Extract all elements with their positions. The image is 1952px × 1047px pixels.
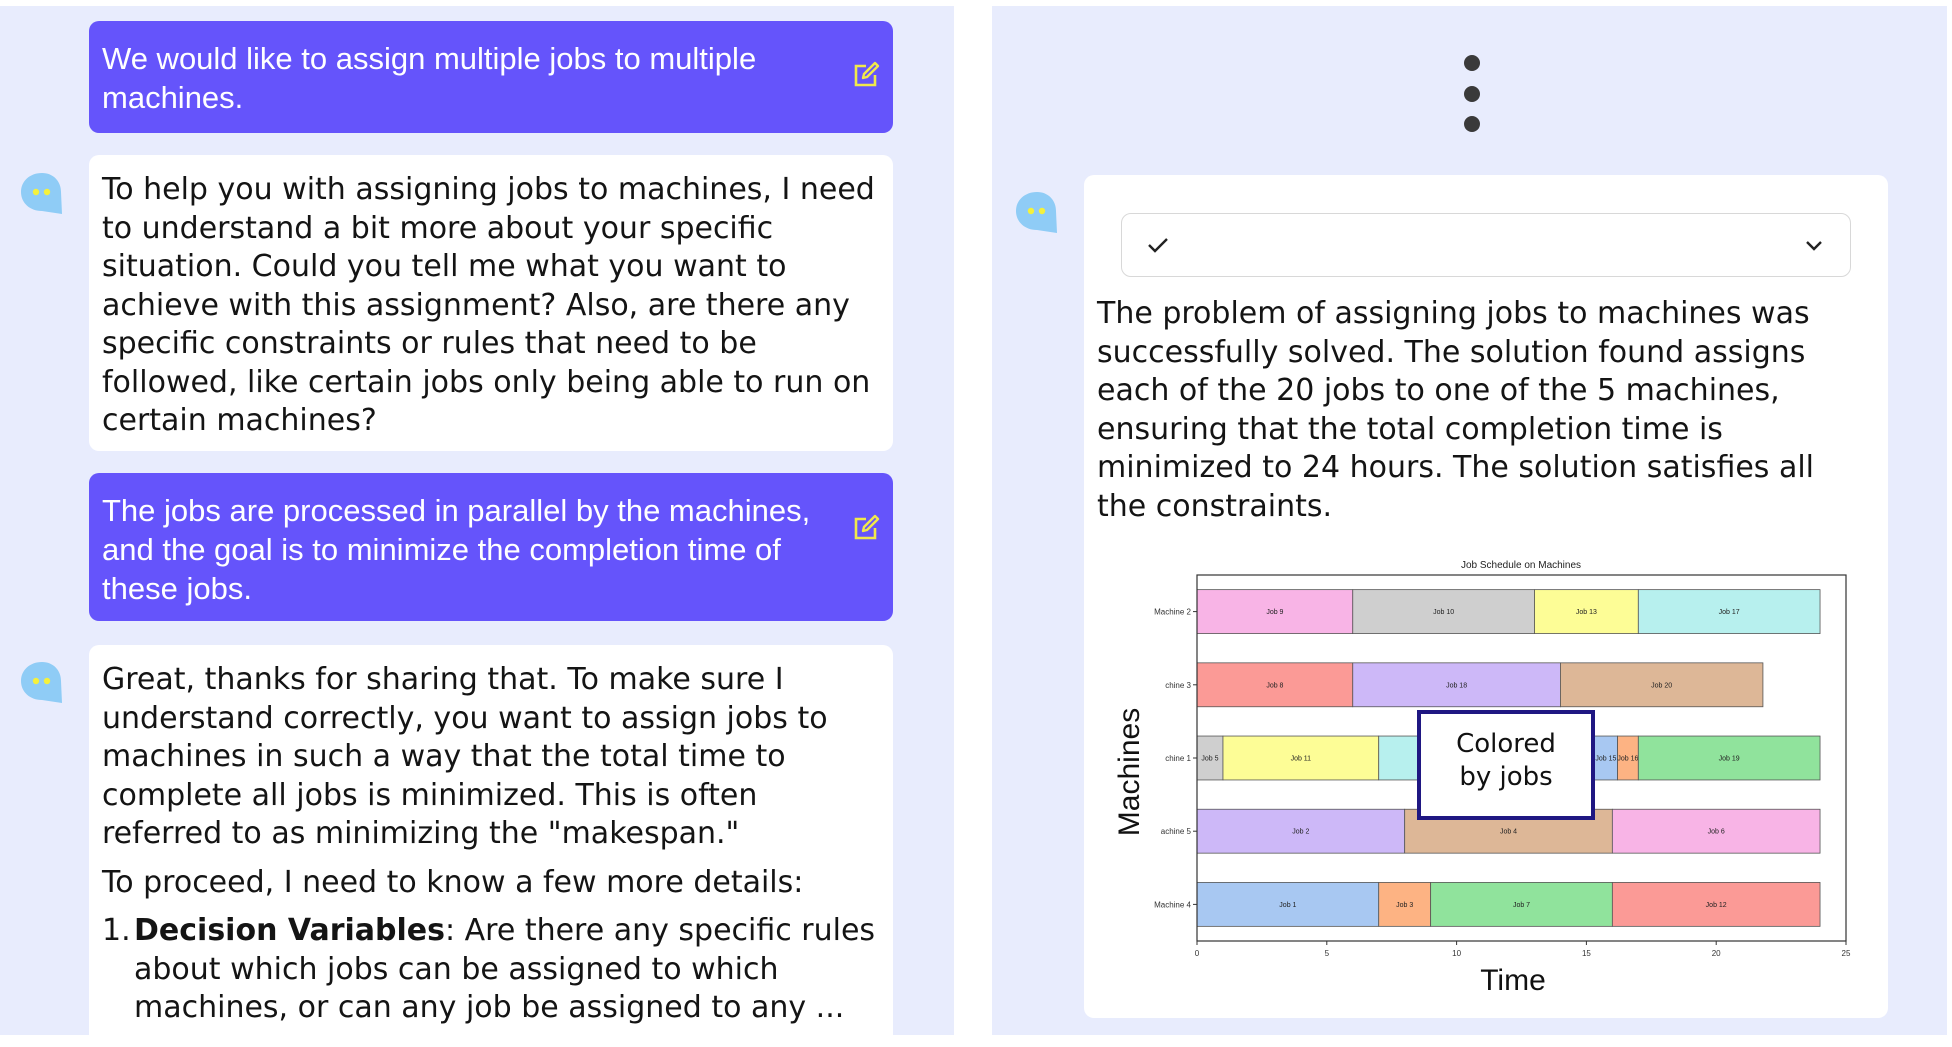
list-item-content: Decision Variables: Are there any specif… xyxy=(134,912,881,1028)
gantt-bar-label: Job 13 xyxy=(1576,609,1597,616)
job-schedule-chart: Job Schedule on Machines Job 9 Job 10 Job … xyxy=(1113,560,1851,997)
list-item: 1. Decision Variables: Are there any spe… xyxy=(102,912,881,1028)
gantt-bar: Job 7 xyxy=(1430,882,1613,927)
x-tick-label: 20 xyxy=(1712,949,1721,958)
y-tick-label: achine 5 xyxy=(1161,827,1192,836)
bot-message-paragraph: To proceed, I need to know a few more de… xyxy=(102,864,804,900)
gantt-bar: Job 1 xyxy=(1196,882,1380,927)
bot-message-text: To help you with assigning jobs to machi… xyxy=(102,172,875,438)
gantt-bar-label: Job 20 xyxy=(1651,682,1672,689)
gantt-bar: Job 18 xyxy=(1352,662,1561,708)
gantt-bar-label: Job 6 xyxy=(1708,829,1725,836)
x-tick-label: 0 xyxy=(1195,949,1200,958)
chart-title: Job Schedule on Machines xyxy=(1461,560,1581,571)
gantt-bar: Job 12 xyxy=(1611,882,1821,927)
gantt-bar: Job 3 xyxy=(1378,882,1432,927)
gantt-bar-label: Job 17 xyxy=(1719,609,1740,616)
gantt-bar-label: Job 18 xyxy=(1446,682,1467,689)
gantt-bar: Job 6 xyxy=(1611,808,1821,854)
check-icon xyxy=(1148,238,1168,253)
gantt-bar: Job 2 xyxy=(1196,808,1406,854)
y-tick-label: Machine 4 xyxy=(1154,900,1191,909)
gantt-bar: Job 8 xyxy=(1196,662,1354,708)
gantt-bar: Job 20 xyxy=(1560,662,1764,708)
gantt-bar: Job 16 xyxy=(1617,735,1639,781)
chevron-down-icon[interactable] xyxy=(1805,240,1823,252)
list-item-term: Decision Variables xyxy=(134,913,445,948)
gantt-bar-label: Job 1 xyxy=(1279,902,1296,909)
gantt-bar-label: Job 9 xyxy=(1266,609,1283,616)
bot-message: Great, thanks for sharing that. To make … xyxy=(89,645,893,1035)
x-axis-label: Time xyxy=(1480,964,1546,997)
y-axis-label: Machines xyxy=(1113,708,1146,836)
user-message[interactable]: We would like to assign multiple jobs to… xyxy=(89,21,893,133)
gantt-bar: Job 5 xyxy=(1196,735,1224,781)
user-message-text: We would like to assign multiple jobs to… xyxy=(102,41,757,115)
list-number: 1. xyxy=(102,913,131,948)
gantt-bar-label: Job 5 xyxy=(1201,756,1218,763)
annotation-text: Colored by jobs xyxy=(1456,729,1556,792)
gantt-bar: Job 11 xyxy=(1222,735,1380,781)
y-tick-label: chine 3 xyxy=(1165,681,1191,690)
gantt-bar-label: Job 3 xyxy=(1396,902,1413,909)
gantt-bar: Job 19 xyxy=(1637,735,1821,781)
bot-message-text: The problem of assigning jobs to machine… xyxy=(1097,296,1815,524)
gantt-bar-label: Job 11 xyxy=(1291,756,1312,763)
bot-avatar-icon xyxy=(1016,192,1057,233)
gantt-bar: Job 9 xyxy=(1196,589,1354,634)
x-tick-label: 10 xyxy=(1452,949,1461,958)
bot-message-paragraph: Great, thanks for sharing that. To make … xyxy=(102,662,828,851)
gantt-bar-label: Job 4 xyxy=(1500,829,1517,836)
y-tick-label: chine 1 xyxy=(1165,754,1191,763)
gantt-bar-label: Job 12 xyxy=(1706,902,1727,909)
edit-icon[interactable] xyxy=(851,60,881,90)
gantt-bar-label: Job 19 xyxy=(1719,756,1740,763)
bot-avatar-icon xyxy=(21,662,62,703)
gantt-bar: Job 10 xyxy=(1352,589,1535,634)
gantt-bar-label: Job 10 xyxy=(1433,609,1454,616)
user-message-text: The jobs are processed in parallel by th… xyxy=(102,493,811,606)
gantt-bar-label: Job 16 xyxy=(1617,756,1638,763)
user-message[interactable]: The jobs are processed in parallel by th… xyxy=(89,473,893,621)
status-dropdown[interactable] xyxy=(1121,213,1851,277)
x-tick-label: 25 xyxy=(1842,949,1851,958)
gantt-bar: Job 13 xyxy=(1534,589,1639,634)
x-tick-label: 5 xyxy=(1325,949,1330,958)
gantt-bar-label: Job 2 xyxy=(1292,829,1309,836)
edit-icon[interactable] xyxy=(851,513,881,543)
gantt-bar-label: Job 7 xyxy=(1513,902,1530,909)
gantt-bar: Job 17 xyxy=(1637,589,1821,634)
gantt-bar-label: Job 8 xyxy=(1266,682,1283,689)
bot-message: To help you with assigning jobs to machi… xyxy=(89,155,893,451)
bot-avatar-icon xyxy=(21,173,62,214)
x-tick-label: 15 xyxy=(1582,949,1591,958)
gantt-bar: Job 15 xyxy=(1593,735,1618,781)
y-tick-label: Machine 2 xyxy=(1154,608,1191,617)
gantt-bar-label: Job 15 xyxy=(1595,756,1616,763)
annotation-box: Colored by jobs xyxy=(1417,710,1595,820)
